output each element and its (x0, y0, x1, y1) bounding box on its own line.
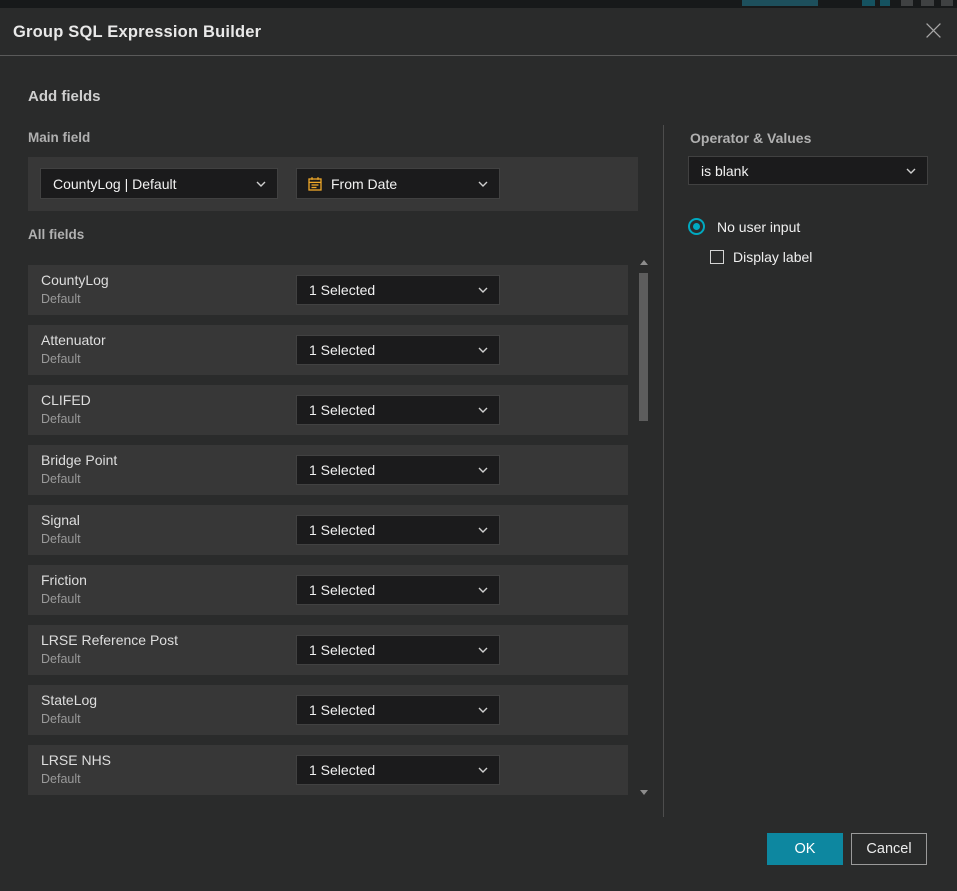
field-selection-select[interactable]: 1 Selected (296, 635, 500, 665)
field-name: Signal (41, 512, 80, 528)
field-selection-value: 1 Selected (297, 282, 478, 298)
scrollbar-up-arrow-icon[interactable] (640, 260, 648, 265)
ok-button[interactable]: OK (767, 833, 843, 865)
scrollbar-thumb[interactable] (639, 273, 648, 421)
field-sublabel: Default (41, 292, 81, 306)
field-select[interactable]: From Date (296, 168, 500, 199)
field-selection-select[interactable]: 1 Selected (296, 455, 500, 485)
cancel-button[interactable]: Cancel (851, 833, 927, 865)
field-list-item[interactable]: Signal Default 1 Selected (28, 505, 628, 555)
field-selection-value: 1 Selected (297, 762, 478, 778)
layer-select[interactable]: CountyLog | Default (40, 168, 278, 199)
field-list-item[interactable]: CountyLog Default 1 Selected (28, 265, 628, 315)
operator-select-value: is blank (689, 163, 906, 179)
chevron-down-icon (478, 467, 488, 473)
dialog-header: Group SQL Expression Builder (0, 8, 957, 56)
close-icon (925, 22, 942, 39)
dialog-title: Group SQL Expression Builder (13, 8, 261, 56)
background-app-fragment (862, 0, 875, 6)
background-app-fragment (941, 0, 953, 6)
field-sublabel: Default (41, 472, 81, 486)
field-selection-value: 1 Selected (297, 642, 478, 658)
field-list-item[interactable]: Attenuator Default 1 Selected (28, 325, 628, 375)
field-sublabel: Default (41, 532, 81, 546)
chevron-down-icon (478, 287, 488, 293)
all-fields-list: CountyLog Default 1 Selected Attenuator … (28, 265, 628, 805)
chevron-down-icon (478, 407, 488, 413)
close-button[interactable] (922, 19, 944, 41)
field-list-item[interactable]: CLIFED Default 1 Selected (28, 385, 628, 435)
chevron-down-icon (256, 181, 266, 187)
field-sublabel: Default (41, 592, 81, 606)
display-label-label: Display label (733, 249, 812, 265)
chevron-down-icon (478, 587, 488, 593)
field-selection-select[interactable]: 1 Selected (296, 335, 500, 365)
radio-icon (688, 218, 705, 235)
field-selection-value: 1 Selected (297, 342, 478, 358)
vertical-divider (663, 125, 664, 817)
no-user-input-radio[interactable]: No user input (688, 218, 800, 235)
field-sublabel: Default (41, 412, 81, 426)
field-name: Bridge Point (41, 452, 117, 468)
chevron-down-icon (478, 181, 488, 187)
group-sql-expression-builder-dialog: Group SQL Expression Builder Add fields … (0, 8, 957, 891)
chevron-down-icon (478, 647, 488, 653)
field-selection-value: 1 Selected (297, 402, 478, 418)
field-list-item[interactable]: Friction Default 1 Selected (28, 565, 628, 615)
field-selection-select[interactable]: 1 Selected (296, 695, 500, 725)
field-selection-select[interactable]: 1 Selected (296, 275, 500, 305)
field-selection-value: 1 Selected (297, 582, 478, 598)
field-name: LRSE NHS (41, 752, 111, 768)
operator-select[interactable]: is blank (688, 156, 928, 185)
background-app-fragment (901, 0, 913, 6)
background-app-strip (0, 0, 957, 8)
layer-select-value: CountyLog | Default (41, 176, 256, 192)
calendar-icon (307, 176, 323, 192)
field-list-item[interactable]: LRSE Reference Post Default 1 Selected (28, 625, 628, 675)
display-label-checkbox[interactable]: Display label (710, 249, 812, 265)
field-name: Friction (41, 572, 87, 588)
field-name: StateLog (41, 692, 97, 708)
field-sublabel: Default (41, 712, 81, 726)
background-app-fragment (742, 0, 818, 6)
field-selection-select[interactable]: 1 Selected (296, 395, 500, 425)
field-selection-value: 1 Selected (297, 462, 478, 478)
all-fields-label: All fields (28, 227, 84, 242)
chevron-down-icon (478, 707, 488, 713)
field-name: LRSE Reference Post (41, 632, 178, 648)
main-field-label: Main field (28, 130, 90, 145)
add-fields-heading: Add fields (28, 88, 101, 105)
main-field-panel: CountyLog | Default From Date (28, 157, 638, 211)
field-selection-select[interactable]: 1 Selected (296, 755, 500, 785)
chevron-down-icon (478, 347, 488, 353)
field-selection-value: 1 Selected (297, 522, 478, 538)
field-list-item[interactable]: StateLog Default 1 Selected (28, 685, 628, 735)
chevron-down-icon (478, 527, 488, 533)
operator-values-heading: Operator & Values (690, 130, 811, 146)
field-selection-select[interactable]: 1 Selected (296, 515, 500, 545)
field-name: CountyLog (41, 272, 109, 288)
field-list-item[interactable]: LRSE NHS Default 1 Selected (28, 745, 628, 795)
field-list-item[interactable]: Bridge Point Default 1 Selected (28, 445, 628, 495)
field-select-value: From Date (331, 176, 478, 192)
field-selection-value: 1 Selected (297, 702, 478, 718)
checkbox-icon (710, 250, 724, 264)
field-sublabel: Default (41, 772, 81, 786)
field-selection-select[interactable]: 1 Selected (296, 575, 500, 605)
no-user-input-label: No user input (717, 219, 800, 235)
chevron-down-icon (478, 767, 488, 773)
field-name: CLIFED (41, 392, 91, 408)
background-app-fragment (880, 0, 890, 6)
field-name: Attenuator (41, 332, 106, 348)
field-sublabel: Default (41, 352, 81, 366)
list-scrollbar[interactable] (638, 258, 650, 797)
background-app-fragment (921, 0, 934, 6)
scrollbar-down-arrow-icon[interactable] (640, 790, 648, 795)
chevron-down-icon (906, 168, 916, 174)
field-sublabel: Default (41, 652, 81, 666)
